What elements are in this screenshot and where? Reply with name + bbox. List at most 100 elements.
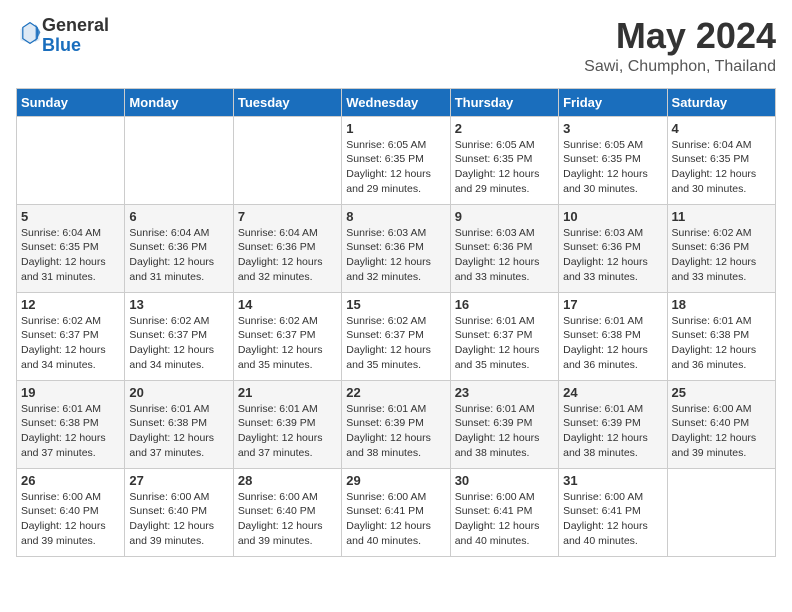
day-number: 15 [346,297,445,312]
calendar-cell: 23Sunrise: 6:01 AM Sunset: 6:39 PM Dayli… [450,380,558,468]
calendar-cell: 8 Sunrise: 6:03 AM Sunset: 6:36 PM Daylig… [342,204,450,292]
month-year: May 2024 [584,16,776,56]
day-info: Sunrise: 6:02 AM Sunset: 6:36 PM Dayligh… [672,226,771,285]
calendar-cell: 31 Sunrise: 6:00 AM Sunset: 6:41 PM Dayli… [559,468,667,556]
calendar-cell: 7Sunrise: 6:04 AM Sunset: 6:36 PM Daylig… [233,204,341,292]
day-info: Sunrise: 6:04 AM Sunset: 6:35 PM Dayligh… [21,226,120,285]
day-number: 2 [455,121,554,136]
weekday-header-wednesday: Wednesday [342,88,450,116]
day-info: Sunrise: 6:00 AM Sunset: 6:40 PM Dayligh… [21,490,120,549]
calendar-cell: 3Sunrise: 6:05 AM Sunset: 6:35 PM Daylig… [559,116,667,204]
day-number: 17 [563,297,662,312]
day-number: 23 [455,385,554,400]
day-number: 21 [238,385,337,400]
logo-text: General Blue [42,16,109,56]
day-number: 14 [238,297,337,312]
calendar-cell [233,116,341,204]
week-row-5: 26 Sunrise: 6:00 AM Sunset: 6:40 PM Dayli… [17,468,776,556]
page-header: General Blue May 2024 Sawi, Chumphon, Th… [16,16,776,76]
week-row-3: 12 Sunrise: 6:02 AM Sunset: 6:37 PM Dayli… [17,292,776,380]
day-number: 1 [346,121,445,136]
calendar-cell: 20 Sunrise: 6:01 AM Sunset: 6:38 PM Dayli… [125,380,233,468]
calendar-cell [17,116,125,204]
calendar-cell: 4 Sunrise: 6:04 AM Sunset: 6:35 PM Daylig… [667,116,775,204]
day-info: Sunrise: 6:02 AM Sunset: 6:37 PM Dayligh… [346,314,445,373]
day-number: 7 [238,209,337,224]
day-info: Sunrise: 6:01 AM Sunset: 6:39 PM Dayligh… [346,402,445,461]
day-info: Sunrise: 6:03 AM Sunset: 6:36 PM Dayligh… [346,226,445,285]
logo-blue: Blue [42,35,81,55]
weekday-header-tuesday: Tuesday [233,88,341,116]
day-info: Sunrise: 6:01 AM Sunset: 6:38 PM Dayligh… [21,402,120,461]
day-number: 11 [672,209,771,224]
logo: General Blue [16,16,109,56]
day-info: Sunrise: 6:03 AM Sunset: 6:36 PM Dayligh… [455,226,554,285]
day-number: 16 [455,297,554,312]
calendar-cell: 12Sunrise: 6:02 AM Sunset: 6:37 PM Dayli… [17,292,125,380]
calendar-cell: 21 Sunrise: 6:01 AM Sunset: 6:39 PM Dayli… [233,380,341,468]
day-info: Sunrise: 6:00 AM Sunset: 6:40 PM Dayligh… [238,490,337,549]
calendar-cell: 16Sunrise: 6:01 AM Sunset: 6:37 PM Dayli… [450,292,558,380]
day-number: 4 [672,121,771,136]
calendar-cell: 24Sunrise: 6:01 AM Sunset: 6:39 PM Dayli… [559,380,667,468]
day-number: 10 [563,209,662,224]
calendar-cell: 9 Sunrise: 6:03 AM Sunset: 6:36 PM Daylig… [450,204,558,292]
weekday-header-row: SundayMondayTuesdayWednesdayThursdayFrid… [17,88,776,116]
day-number: 27 [129,473,228,488]
day-number: 9 [455,209,554,224]
calendar-cell: 26 Sunrise: 6:00 AM Sunset: 6:40 PM Dayli… [17,468,125,556]
day-info: Sunrise: 6:01 AM Sunset: 6:38 PM Dayligh… [129,402,228,461]
day-info: Sunrise: 6:04 AM Sunset: 6:36 PM Dayligh… [129,226,228,285]
day-info: Sunrise: 6:01 AM Sunset: 6:38 PM Dayligh… [563,314,662,373]
week-row-1: 1 Sunrise: 6:05 AM Sunset: 6:35 PM Daylig… [17,116,776,204]
calendar-cell: 14 Sunrise: 6:02 AM Sunset: 6:37 PM Dayli… [233,292,341,380]
day-number: 20 [129,385,228,400]
title-area: May 2024 Sawi, Chumphon, Thailand [584,16,776,76]
day-number: 31 [563,473,662,488]
calendar-cell: 6 Sunrise: 6:04 AM Sunset: 6:36 PM Daylig… [125,204,233,292]
logo-general: General [42,15,109,35]
day-info: Sunrise: 6:00 AM Sunset: 6:41 PM Dayligh… [563,490,662,549]
calendar-cell [667,468,775,556]
day-info: Sunrise: 6:01 AM Sunset: 6:39 PM Dayligh… [563,402,662,461]
day-info: Sunrise: 6:00 AM Sunset: 6:41 PM Dayligh… [346,490,445,549]
calendar-cell: 1Sunrise: 6:05 AM Sunset: 6:35 PM Daylig… [342,116,450,204]
day-number: 30 [455,473,554,488]
weekday-header-monday: Monday [125,88,233,116]
calendar-cell: 5 Sunrise: 6:04 AM Sunset: 6:35 PM Daylig… [17,204,125,292]
calendar-cell: 22Sunrise: 6:01 AM Sunset: 6:39 PM Dayli… [342,380,450,468]
day-info: Sunrise: 6:02 AM Sunset: 6:37 PM Dayligh… [129,314,228,373]
day-number: 3 [563,121,662,136]
day-info: Sunrise: 6:02 AM Sunset: 6:37 PM Dayligh… [238,314,337,373]
day-number: 25 [672,385,771,400]
day-info: Sunrise: 6:04 AM Sunset: 6:35 PM Dayligh… [672,138,771,197]
day-info: Sunrise: 6:00 AM Sunset: 6:40 PM Dayligh… [129,490,228,549]
day-number: 29 [346,473,445,488]
logo-icon [18,21,42,45]
weekday-header-sunday: Sunday [17,88,125,116]
day-info: Sunrise: 6:00 AM Sunset: 6:40 PM Dayligh… [672,402,771,461]
day-number: 12 [21,297,120,312]
day-info: Sunrise: 6:00 AM Sunset: 6:41 PM Dayligh… [455,490,554,549]
calendar-cell: 27 Sunrise: 6:00 AM Sunset: 6:40 PM Dayli… [125,468,233,556]
day-number: 28 [238,473,337,488]
day-number: 26 [21,473,120,488]
calendar-cell: 2 Sunrise: 6:05 AM Sunset: 6:35 PM Daylig… [450,116,558,204]
day-number: 6 [129,209,228,224]
weekday-header-thursday: Thursday [450,88,558,116]
day-number: 8 [346,209,445,224]
calendar-cell: 17 Sunrise: 6:01 AM Sunset: 6:38 PM Dayli… [559,292,667,380]
day-info: Sunrise: 6:05 AM Sunset: 6:35 PM Dayligh… [455,138,554,197]
calendar-cell: 29 Sunrise: 6:00 AM Sunset: 6:41 PM Dayli… [342,468,450,556]
calendar-cell: 19 Sunrise: 6:01 AM Sunset: 6:38 PM Dayli… [17,380,125,468]
day-number: 19 [21,385,120,400]
day-number: 13 [129,297,228,312]
day-number: 18 [672,297,771,312]
calendar-cell: 11 Sunrise: 6:02 AM Sunset: 6:36 PM Dayli… [667,204,775,292]
calendar-cell: 10Sunrise: 6:03 AM Sunset: 6:36 PM Dayli… [559,204,667,292]
day-info: Sunrise: 6:01 AM Sunset: 6:39 PM Dayligh… [238,402,337,461]
day-number: 5 [21,209,120,224]
calendar: SundayMondayTuesdayWednesdayThursdayFrid… [16,88,776,557]
weekday-header-saturday: Saturday [667,88,775,116]
week-row-2: 5 Sunrise: 6:04 AM Sunset: 6:35 PM Daylig… [17,204,776,292]
